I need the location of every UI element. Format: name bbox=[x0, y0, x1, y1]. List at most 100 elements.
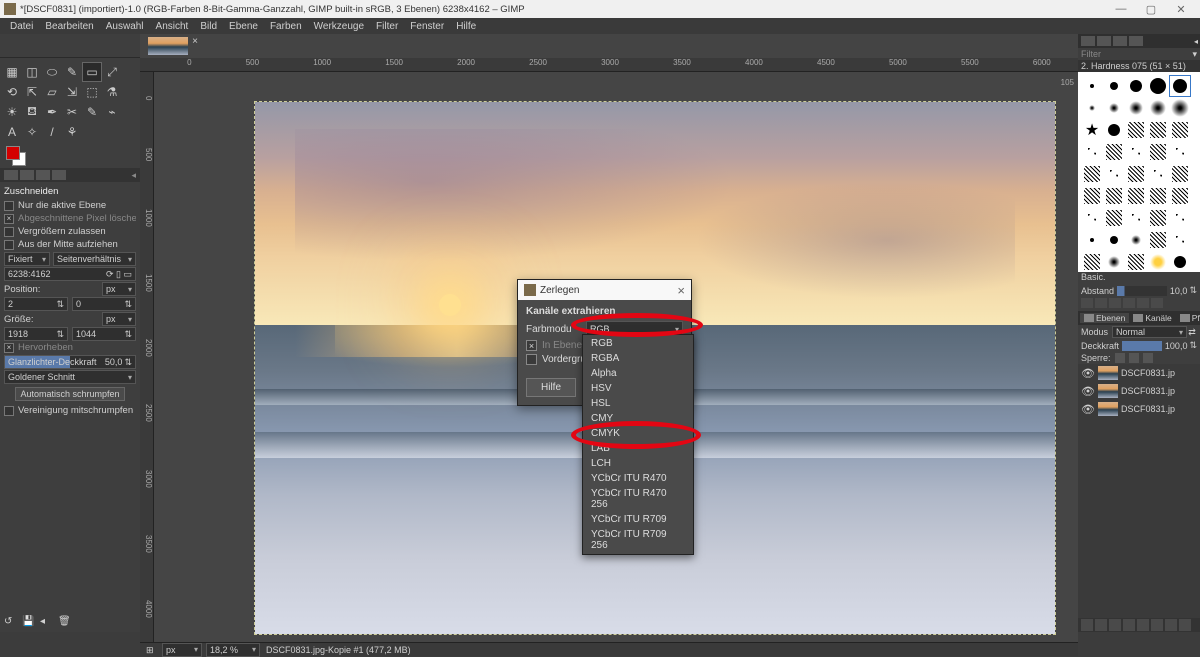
maximize-button[interactable]: ▢ bbox=[1136, 3, 1166, 16]
brush-action-icon[interactable] bbox=[1151, 298, 1163, 308]
tool-button[interactable]: ▦ bbox=[3, 63, 21, 81]
dropdown-item[interactable]: CMYK bbox=[583, 426, 693, 441]
brush-thumbnail[interactable] bbox=[1170, 76, 1190, 96]
brush-thumbnail[interactable] bbox=[1170, 252, 1190, 272]
dock-menu-icon[interactable]: ◂ bbox=[1194, 37, 1198, 46]
brush-thumbnail[interactable] bbox=[1126, 120, 1146, 140]
brush-thumbnail[interactable] bbox=[1082, 230, 1102, 250]
brush-action-icon[interactable] bbox=[1137, 298, 1149, 308]
brush-thumbnail[interactable] bbox=[1126, 98, 1146, 118]
dropdown-item[interactable]: CMY bbox=[583, 411, 693, 426]
dropdown-item[interactable]: YCbCr ITU R709 bbox=[583, 512, 693, 527]
dock-tab-icon[interactable] bbox=[1081, 36, 1095, 46]
brush-thumbnail[interactable] bbox=[1082, 164, 1102, 184]
tab-icon[interactable] bbox=[20, 170, 34, 180]
lock-alpha-icon[interactable] bbox=[1143, 353, 1153, 363]
dock-tab-icon[interactable] bbox=[1113, 36, 1127, 46]
brush-grid[interactable]: ★ bbox=[1078, 72, 1200, 272]
status-zoom-select[interactable]: 18,2 % bbox=[206, 643, 260, 657]
brush-thumbnail[interactable] bbox=[1170, 230, 1190, 250]
checkbox-delete-cropped[interactable] bbox=[4, 214, 14, 224]
tool-button[interactable]: ✂ bbox=[63, 103, 81, 121]
brush-thumbnail[interactable] bbox=[1148, 186, 1168, 206]
close-tab-icon[interactable]: × bbox=[192, 36, 198, 47]
tool-button[interactable]: ✧ bbox=[23, 123, 41, 141]
tab-icon[interactable] bbox=[4, 170, 18, 180]
pos-y-field[interactable]: 0⇅ bbox=[72, 297, 136, 311]
nav-icon[interactable]: ⊞ bbox=[146, 645, 156, 655]
menu-ebene[interactable]: Ebene bbox=[223, 21, 264, 32]
layer-up-icon[interactable] bbox=[1109, 619, 1121, 631]
dropdown-item[interactable]: LCH bbox=[583, 456, 693, 471]
brush-thumbnail[interactable] bbox=[1082, 252, 1102, 272]
menu-bearbeiten[interactable]: Bearbeiten bbox=[39, 21, 99, 32]
brush-thumbnail[interactable] bbox=[1082, 142, 1102, 162]
tool-button[interactable]: ⬭ bbox=[43, 63, 61, 81]
dock-tab-icon[interactable] bbox=[1129, 36, 1143, 46]
tool-button[interactable]: ⚗ bbox=[103, 83, 121, 101]
menu-auswahl[interactable]: Auswahl bbox=[100, 21, 150, 32]
status-unit-select[interactable]: px bbox=[162, 643, 202, 657]
brush-thumbnail[interactable] bbox=[1082, 98, 1102, 118]
brush-thumbnail[interactable] bbox=[1148, 142, 1168, 162]
tool-button[interactable]: ✎ bbox=[63, 63, 81, 81]
brush-thumbnail[interactable] bbox=[1126, 76, 1146, 96]
deckkraft-slider[interactable] bbox=[1122, 341, 1162, 351]
visibility-eye-icon[interactable]: 👁 bbox=[1081, 367, 1095, 380]
dropdown-item[interactable]: RGB bbox=[583, 336, 693, 351]
stepper-icon[interactable]: ⇅ bbox=[1189, 285, 1197, 296]
menu-werkzeuge[interactable]: Werkzeuge bbox=[308, 21, 370, 32]
tool-button[interactable]: ▱ bbox=[43, 83, 61, 101]
size-h-field[interactable]: 1044⇅ bbox=[72, 327, 136, 341]
dropdown-item[interactable]: LAB bbox=[583, 441, 693, 456]
brush-action-icon[interactable] bbox=[1109, 298, 1121, 308]
brush-thumbnail[interactable] bbox=[1104, 98, 1124, 118]
layer-group-icon[interactable] bbox=[1095, 619, 1107, 631]
chevron-down-icon[interactable]: ▾ bbox=[1192, 49, 1197, 60]
hl-opacity-slider[interactable]: Glanzlichter-Deckkraft50,0⇅ bbox=[4, 355, 136, 369]
brush-thumbnail[interactable] bbox=[1170, 186, 1190, 206]
tool-button[interactable]: ⤢ bbox=[103, 63, 121, 81]
tool-button[interactable]: ⇲ bbox=[63, 83, 81, 101]
brush-thumbnail[interactable] bbox=[1126, 186, 1146, 206]
guides-select[interactable]: Goldener Schnitt bbox=[4, 370, 136, 384]
checkbox-in-ebenen[interactable] bbox=[526, 340, 537, 351]
pos-x-field[interactable]: 2⇅ bbox=[4, 297, 68, 311]
position-unit-select[interactable]: px bbox=[102, 282, 136, 296]
dropdown-item[interactable]: HSV bbox=[583, 381, 693, 396]
brush-thumbnail[interactable] bbox=[1170, 164, 1190, 184]
reset-icon[interactable]: ↺ bbox=[4, 616, 16, 628]
checkbox-only-active-layer[interactable] bbox=[4, 201, 14, 211]
image-tab-thumbnail[interactable]: × bbox=[148, 37, 188, 55]
layer-item[interactable]: 👁DSCF0831.jp bbox=[1078, 364, 1200, 382]
tool-button[interactable]: ⌁ bbox=[103, 103, 121, 121]
menu-hilfe[interactable]: Hilfe bbox=[450, 21, 482, 32]
tab-icon[interactable] bbox=[52, 170, 66, 180]
close-button[interactable]: ✕ bbox=[1166, 3, 1196, 16]
tool-button[interactable]: A bbox=[3, 123, 21, 141]
dropdown-item[interactable]: Alpha bbox=[583, 366, 693, 381]
tool-button[interactable]: ▭ bbox=[83, 63, 101, 81]
tool-button[interactable]: ⇱ bbox=[23, 83, 41, 101]
menu-ansicht[interactable]: Ansicht bbox=[150, 21, 195, 32]
fixed-select[interactable]: Fixiert bbox=[4, 252, 50, 266]
brush-spacing-slider[interactable] bbox=[1117, 286, 1167, 296]
brush-thumbnail[interactable] bbox=[1104, 208, 1124, 228]
tab-menu-icon[interactable]: ◂ bbox=[131, 170, 136, 181]
layer-merge-icon[interactable] bbox=[1151, 619, 1163, 631]
dropdown-item[interactable]: HSL bbox=[583, 396, 693, 411]
brush-thumbnail[interactable] bbox=[1126, 142, 1146, 162]
foreground-color[interactable] bbox=[6, 146, 20, 160]
dialog-close-icon[interactable]: × bbox=[677, 283, 685, 298]
color-swatches[interactable] bbox=[0, 144, 140, 168]
tab-pfade[interactable]: Pfade bbox=[1176, 313, 1200, 323]
menu-fenster[interactable]: Fenster bbox=[404, 21, 450, 32]
brush-thumbnail[interactable] bbox=[1148, 208, 1168, 228]
brush-thumbnail[interactable] bbox=[1126, 208, 1146, 228]
brush-thumbnail[interactable] bbox=[1170, 120, 1190, 140]
brush-action-icon[interactable] bbox=[1123, 298, 1135, 308]
size-unit-select[interactable]: px bbox=[102, 312, 136, 326]
brush-thumbnail[interactable] bbox=[1082, 186, 1102, 206]
aspect-value-field[interactable]: 6238:4162⟳ ▯ ▭ bbox=[4, 267, 136, 281]
brush-thumbnail[interactable] bbox=[1170, 208, 1190, 228]
